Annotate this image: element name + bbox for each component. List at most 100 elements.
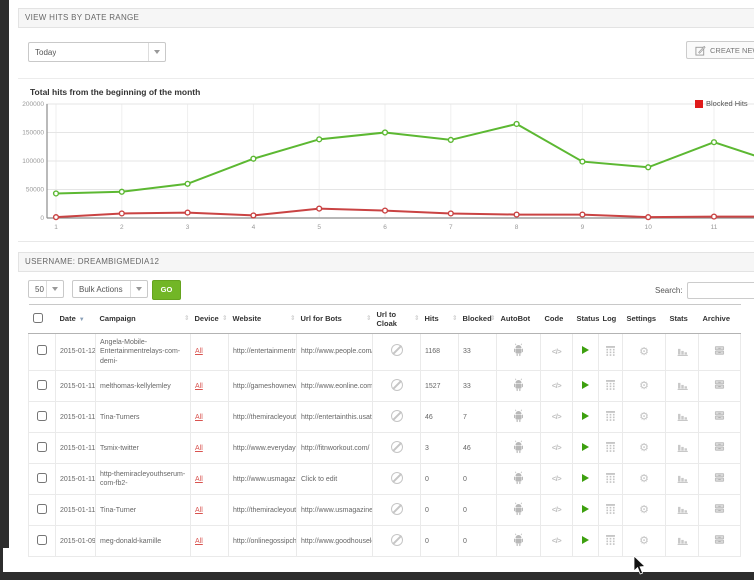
settings-gear-icon[interactable]: ⚙ (639, 411, 649, 423)
sort-icon: ⇕ (366, 315, 371, 323)
search-input[interactable] (687, 282, 754, 299)
url-cloak-disabled-icon[interactable] (391, 410, 403, 422)
autobot-android-icon[interactable] (512, 440, 525, 454)
column-header-blocked[interactable]: Blocked⇕ (459, 305, 497, 334)
stats-bar-chart-icon[interactable] (676, 378, 689, 391)
status-play-icon[interactable] (582, 505, 589, 513)
device-all-link[interactable]: All (195, 383, 203, 390)
column-header-device[interactable]: Device⇕ (191, 305, 229, 334)
settings-gear-icon[interactable]: ⚙ (639, 380, 649, 392)
column-header-hits[interactable]: Hits⇕ (421, 305, 459, 334)
url-cloak-disabled-icon[interactable] (391, 379, 403, 391)
stats-bar-chart-icon[interactable] (676, 533, 689, 546)
archive-box-icon[interactable] (713, 471, 726, 484)
row-archive-cell (699, 464, 741, 495)
log-calendar-icon[interactable] (604, 440, 617, 453)
code-icon[interactable]: </> (552, 443, 561, 452)
sort-icon: ⇕ (290, 315, 295, 323)
code-icon[interactable]: </> (552, 381, 561, 390)
code-icon[interactable]: </> (552, 474, 561, 483)
column-header-campaign[interactable]: Campaign⇕ (96, 305, 191, 334)
url-cloak-disabled-icon[interactable] (391, 472, 403, 484)
url-cloak-disabled-icon[interactable] (391, 441, 403, 453)
stats-bar-chart-icon[interactable] (676, 440, 689, 453)
row-status-cell (573, 526, 599, 557)
code-icon[interactable]: </> (552, 347, 561, 356)
autobot-android-icon[interactable] (512, 343, 525, 357)
code-icon[interactable]: </> (552, 412, 561, 421)
autobot-android-icon[interactable] (512, 502, 525, 516)
stats-bar-chart-icon[interactable] (676, 502, 689, 515)
row-checkbox[interactable] (37, 380, 47, 390)
code-icon[interactable]: </> (552, 505, 561, 514)
row-checkbox[interactable] (37, 473, 47, 483)
log-calendar-icon[interactable] (604, 344, 617, 357)
bulk-actions-select[interactable]: Bulk Actions (72, 280, 148, 298)
row-campaign: Tina-Turners (96, 402, 191, 433)
url-cloak-disabled-icon[interactable] (391, 534, 403, 546)
row-campaign: Angela-Mobile-Entertainmentrelays-com-de… (96, 334, 191, 371)
column-header-check[interactable] (29, 305, 56, 334)
status-play-icon[interactable] (582, 443, 589, 451)
log-calendar-icon[interactable] (604, 409, 617, 422)
settings-gear-icon[interactable]: ⚙ (639, 535, 649, 547)
date-range-panel-header: VIEW HITS BY DATE RANGE (18, 8, 754, 28)
settings-gear-icon[interactable]: ⚙ (639, 346, 649, 358)
column-header-url_for_bots[interactable]: Url for Bots⇕ (297, 305, 373, 334)
log-calendar-icon[interactable] (604, 471, 617, 484)
column-header-date[interactable]: Date▼ (56, 305, 96, 334)
row-checkbox-cell (29, 526, 56, 557)
device-all-link[interactable]: All (195, 348, 203, 355)
log-calendar-icon[interactable] (604, 533, 617, 546)
device-all-link[interactable]: All (195, 538, 203, 545)
row-autobot-cell (497, 495, 541, 526)
row-checkbox[interactable] (37, 504, 47, 514)
row-checkbox[interactable] (37, 535, 47, 545)
archive-box-icon[interactable] (713, 502, 726, 515)
device-all-link[interactable]: All (195, 476, 203, 483)
archive-box-icon[interactable] (713, 344, 726, 357)
row-checkbox[interactable] (37, 442, 47, 452)
campaigns-panel-body: 50 Bulk Actions GO Search: Date▼Campaign… (18, 272, 754, 563)
row-date: 2015-01-11 (56, 402, 96, 433)
stats-bar-chart-icon[interactable] (676, 409, 689, 422)
stats-bar-chart-icon[interactable] (676, 471, 689, 484)
row-checkbox[interactable] (37, 345, 47, 355)
settings-gear-icon[interactable]: ⚙ (639, 473, 649, 485)
device-all-link[interactable]: All (195, 507, 203, 514)
settings-gear-icon[interactable]: ⚙ (639, 504, 649, 516)
code-icon[interactable]: </> (552, 536, 561, 545)
create-new-campaign-button[interactable]: CREATE NEW CAMPAIGN (686, 41, 754, 59)
row-checkbox[interactable] (37, 411, 47, 421)
go-button[interactable]: GO (152, 280, 181, 300)
url-cloak-disabled-icon[interactable] (391, 344, 403, 356)
autobot-android-icon[interactable] (512, 533, 525, 547)
column-header-website[interactable]: Website⇕ (229, 305, 297, 334)
status-play-icon[interactable] (582, 412, 589, 420)
archive-box-icon[interactable] (713, 533, 726, 546)
settings-gear-icon[interactable]: ⚙ (639, 442, 649, 454)
page-size-select[interactable]: 50 (28, 280, 64, 298)
log-calendar-icon[interactable] (604, 378, 617, 391)
date-range-select[interactable]: Today (28, 42, 166, 62)
autobot-android-icon[interactable] (512, 409, 525, 423)
column-header-url_to_cloak[interactable]: Url to Cloak⇕ (373, 305, 421, 334)
status-play-icon[interactable] (582, 474, 589, 482)
table-row: 2015-01-11 Tina-Turners All http://themi… (29, 402, 741, 433)
status-play-icon[interactable] (582, 536, 589, 544)
row-blocked: 46 (459, 433, 497, 464)
autobot-android-icon[interactable] (512, 378, 525, 392)
status-play-icon[interactable] (582, 346, 589, 354)
device-all-link[interactable]: All (195, 414, 203, 421)
select-all-checkbox[interactable] (33, 313, 43, 323)
log-calendar-icon[interactable] (604, 502, 617, 515)
row-campaign: Tsmix-twitter (96, 433, 191, 464)
stats-bar-chart-icon[interactable] (676, 344, 689, 357)
device-all-link[interactable]: All (195, 445, 203, 452)
archive-box-icon[interactable] (713, 378, 726, 391)
autobot-android-icon[interactable] (512, 471, 525, 485)
status-play-icon[interactable] (582, 381, 589, 389)
archive-box-icon[interactable] (713, 409, 726, 422)
url-cloak-disabled-icon[interactable] (391, 503, 403, 515)
archive-box-icon[interactable] (713, 440, 726, 453)
